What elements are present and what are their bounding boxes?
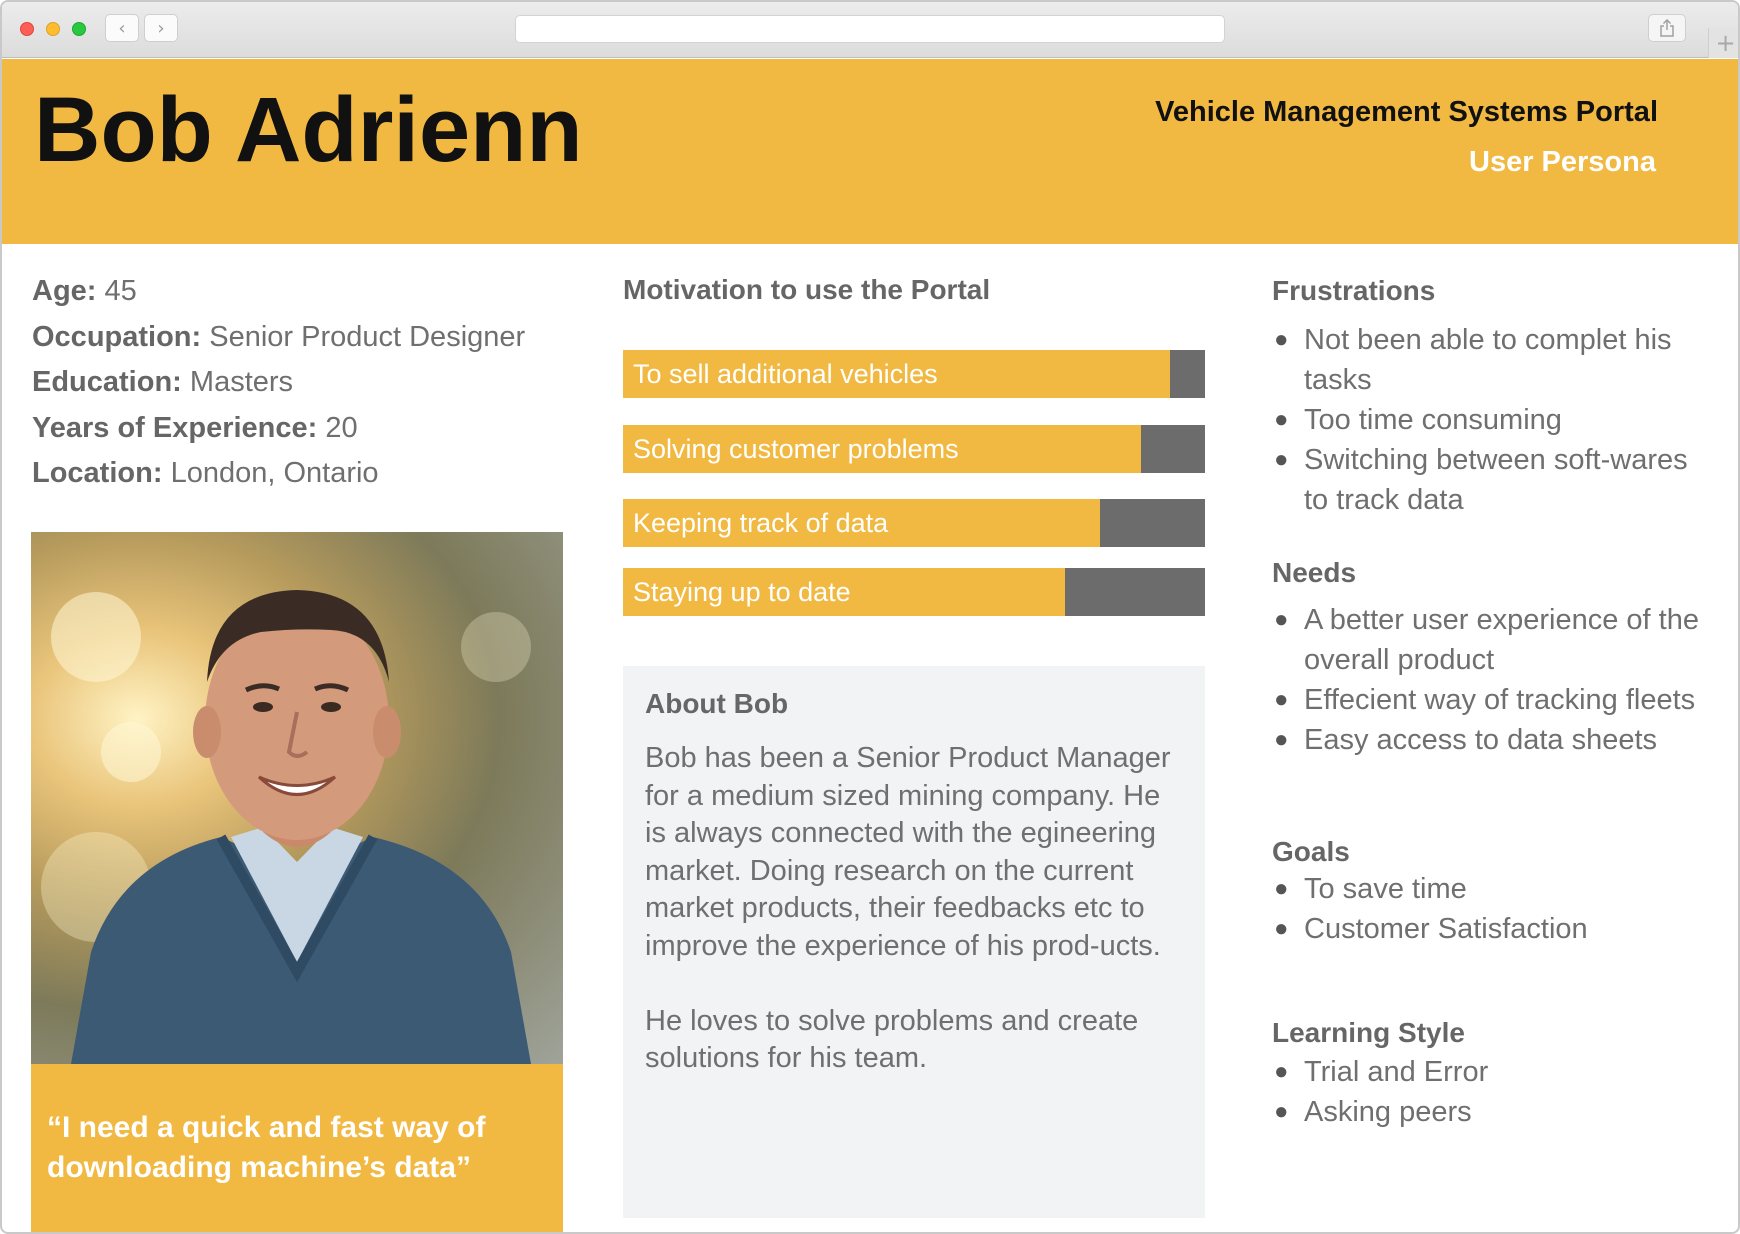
bullet-icon: ● <box>1274 915 1289 942</box>
list-item: ● Easy access to data sheets <box>1272 720 1712 760</box>
portal-title: Vehicle Management Systems Portal <box>1155 96 1658 128</box>
persona-photo <box>31 532 563 1064</box>
motivation-bar: To sell additional vehicles <box>623 350 1205 398</box>
browser-window: ‹ › + Bob Adrienn Vehicle Management Sys… <box>0 0 1740 1234</box>
needs-title: Needs <box>1272 557 1357 588</box>
fact-value: Masters <box>189 366 294 398</box>
close-window-button[interactable] <box>20 22 34 36</box>
motivation-bar-label: Staying up to date <box>633 577 851 607</box>
motivation-bar: Staying up to date <box>623 568 1205 616</box>
motivation-bar: Keeping track of data <box>623 499 1205 547</box>
about-paragraph: Bob has been a Senior Product Manager fo… <box>645 742 1171 962</box>
minimize-window-button[interactable] <box>46 22 60 36</box>
bullet-icon: ● <box>1274 726 1289 753</box>
new-tab-button[interactable]: + <box>1708 28 1738 58</box>
maximize-window-button[interactable] <box>72 22 86 36</box>
fact-label: Education: <box>32 366 182 398</box>
fact-value: Senior Product Designer <box>209 320 526 353</box>
browser-toolbar: ‹ › + <box>2 2 1738 58</box>
persona-quote: “I need a quick and fast way of download… <box>47 1111 486 1184</box>
list-item: ● Customer Satisfaction <box>1272 909 1712 949</box>
address-bar[interactable] <box>515 15 1225 43</box>
goals-list: ● To save time ● Customer Satisfaction <box>1272 869 1712 949</box>
fact-label: Occupation: <box>32 320 202 353</box>
motivation-bar-label: Solving customer problems <box>633 434 959 464</box>
back-button[interactable]: ‹ <box>105 14 139 42</box>
motivation-title: Motivation to use the Portal <box>623 274 991 305</box>
frustrations-list: ● Not been able to complet his tasks ● Too… <box>1272 320 1712 520</box>
fact-experience: Years of Experience: 20 <box>32 409 572 455</box>
list-item: ● To save time <box>1272 869 1712 909</box>
fact-label: Location: <box>32 457 163 489</box>
persona-name: Bob Adrienn <box>34 79 583 181</box>
forward-button[interactable]: › <box>144 14 178 42</box>
plus-icon: + <box>1715 29 1736 57</box>
motivation-bar: Solving customer problems <box>623 425 1205 473</box>
list-item: ● Asking peers <box>1272 1092 1712 1132</box>
about-panel: About Bob Bob has been a Senior Product … <box>623 666 1205 1218</box>
bullet-icon: ● <box>1274 1098 1289 1125</box>
persona-subtitle: User Persona <box>1469 146 1656 178</box>
bullet-icon: ● <box>1274 326 1289 353</box>
fact-location: Location: London, Ontario <box>32 454 572 500</box>
list-item: ● Effecient way of tracking fleets <box>1272 680 1712 720</box>
bullet-icon: ● <box>1274 606 1289 633</box>
frustrations-title: Frustrations <box>1272 275 1436 306</box>
persona-quote-box: “I need a quick and fast way of download… <box>31 1064 563 1232</box>
goals-section: Goals ● To save time ● Customer Satisfacti… <box>1272 835 1712 949</box>
fact-label: Age: <box>32 275 97 307</box>
list-item: ● A better user experience of the overall… <box>1272 600 1712 680</box>
bullet-icon: ● <box>1274 446 1289 473</box>
chevron-right-icon: › <box>157 17 165 39</box>
share-icon <box>1660 19 1674 37</box>
about-paragraph: He loves to solve problems and create so… <box>645 1004 1139 1075</box>
learning-style-list: ● Trial and Error ● Asking peers <box>1272 1052 1712 1132</box>
needs-section: Needs ● A better user experience of the o… <box>1272 556 1712 760</box>
motivation-bar-label: To sell additional vehicles <box>633 359 938 389</box>
fact-value: 45 <box>104 275 137 307</box>
list-item: ● Not been able to complet his tasks <box>1272 320 1712 400</box>
bullet-icon: ● <box>1274 406 1289 433</box>
chevron-left-icon: ‹ <box>118 17 126 39</box>
learning-style-title: Learning Style <box>1272 1017 1465 1048</box>
about-title: About Bob <box>645 688 789 719</box>
fact-value: 20 <box>325 411 358 444</box>
list-item: ● Switching between soft-wares to track d… <box>1272 440 1712 520</box>
share-button[interactable] <box>1648 14 1686 42</box>
fact-education: Education: Masters <box>32 363 572 409</box>
fact-value: London, Ontario <box>170 457 379 489</box>
learning-style-section: Learning Style ● Trial and Error ● Asking … <box>1272 1016 1712 1132</box>
fact-label: Years of Experience: <box>32 411 318 444</box>
persona-portrait <box>71 590 531 1064</box>
list-item: ● Trial and Error <box>1272 1052 1712 1092</box>
motivation-bar-label: Keeping track of data <box>633 508 889 538</box>
profile-facts: Age: 45 Occupation: Senior Product Desig… <box>32 272 572 500</box>
about-text: Bob has been a Senior Product Manager fo… <box>645 740 1185 1115</box>
goals-title: Goals <box>1272 836 1350 867</box>
needs-list: ● A better user experience of the overall… <box>1272 600 1712 760</box>
fact-occupation: Occupation: Senior Product Designer <box>32 318 572 364</box>
frustrations-section: Frustrations ● Not been able to complet h… <box>1272 274 1712 520</box>
bullet-icon: ● <box>1274 686 1289 713</box>
bullet-icon: ● <box>1274 1058 1289 1085</box>
list-item: ● Too time consuming <box>1272 400 1712 440</box>
bullet-icon: ● <box>1274 875 1289 902</box>
fact-age: Age: 45 <box>32 272 572 318</box>
